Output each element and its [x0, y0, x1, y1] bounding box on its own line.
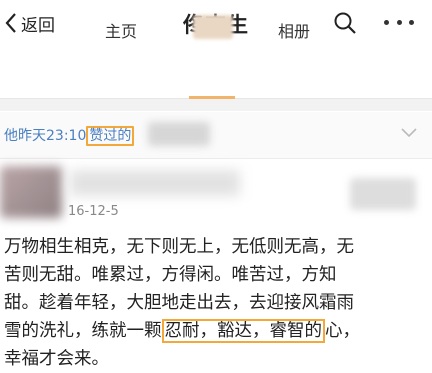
like-time: 他昨天23:10: [4, 128, 87, 144]
profile-tabs: [0, 46, 432, 99]
post-line: 甜。趁着年轻，大胆地走出去，去迎接风霜雨: [4, 293, 354, 313]
tab-album[interactable]: 相册: [278, 18, 310, 42]
post-line: 幸福才会来。: [4, 349, 109, 369]
post-line: 雪的洗礼，练就一颗: [4, 321, 162, 341]
post-line: 心，: [325, 321, 360, 341]
post-body: 万物相生相克，无下则无上，无低则无高，无 苦则无甜。唯累过，方得闲。唯苦过，方知…: [4, 233, 428, 373]
section-divider: [0, 99, 432, 111]
tab-home[interactable]: 主页: [105, 18, 137, 42]
blurred-follow-button[interactable]: [350, 178, 416, 210]
blurred-author-name: [70, 170, 240, 196]
search-icon[interactable]: [333, 11, 357, 35]
chevron-down-icon[interactable]: [400, 126, 418, 140]
post-line: 苦则无甜。唯累过，方得闲。唯苦过，方知: [4, 265, 337, 285]
liked-highlight: 赞过的: [86, 126, 135, 146]
post-date: 16-12-5: [68, 204, 119, 219]
tab-blurred[interactable]: [193, 15, 233, 39]
more-options-icon[interactable]: [384, 10, 414, 34]
like-activity-text: 他昨天23:10 赞过的: [4, 125, 135, 146]
highlighted-phrase: 忍耐，豁达，睿智的: [161, 319, 325, 343]
post-line: 万物相生相克，无下则无上，无低则无高，无: [4, 237, 354, 257]
blurred-username: [148, 122, 210, 146]
avatar[interactable]: [0, 166, 62, 218]
